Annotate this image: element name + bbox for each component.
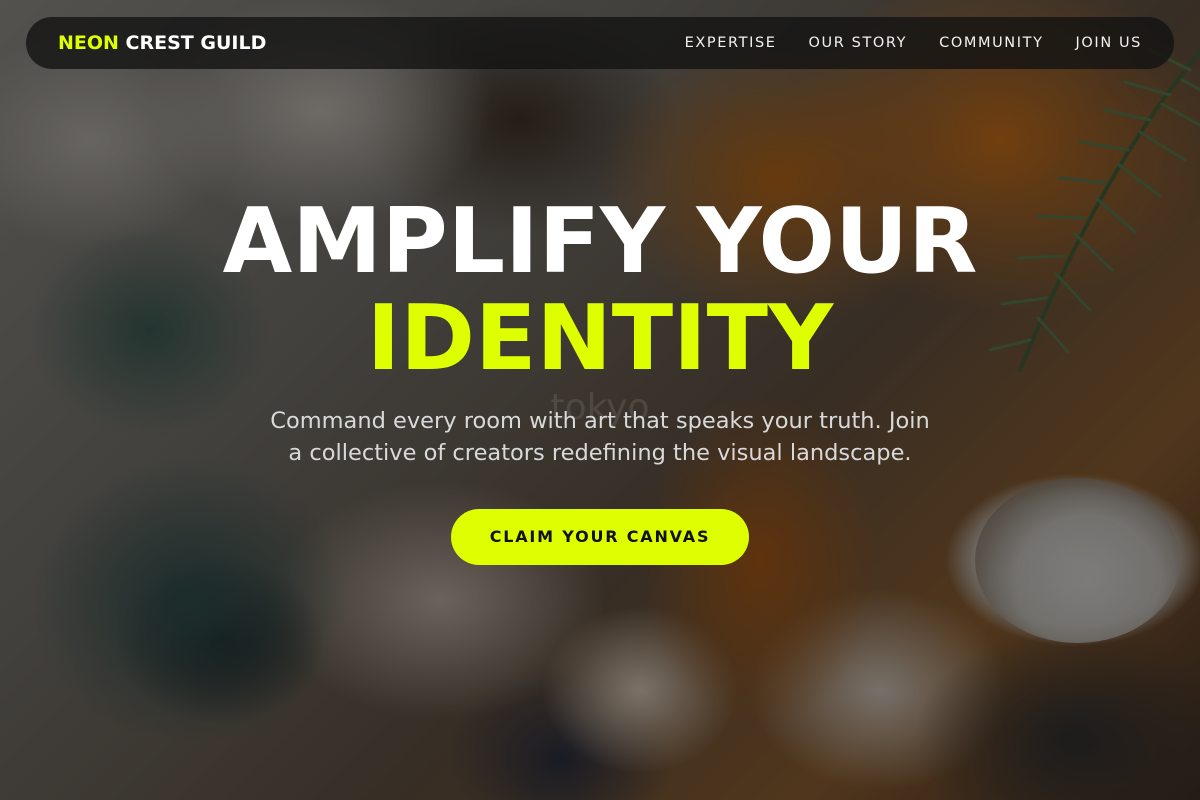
headline-line-2: IDENTITY <box>366 286 834 391</box>
nav-link-our-story[interactable]: OUR STORY <box>809 35 908 51</box>
headline-line-1: AMPLIFY YOUR <box>222 189 978 294</box>
nav-link-join-us[interactable]: JOIN US <box>1076 35 1142 51</box>
brand-logo[interactable]: NEON CREST GUILD <box>58 32 266 54</box>
nav-links: EXPERTISE OUR STORY COMMUNITY JOIN US <box>685 35 1142 51</box>
nav-link-expertise[interactable]: EXPERTISE <box>685 35 777 51</box>
top-navbar: NEON CREST GUILD EXPERTISE OUR STORY COM… <box>26 17 1174 69</box>
page: tokyo NEON CREST GUILD EXPERTISE OUR STO… <box>0 0 1200 800</box>
brand-name-text: CREST GUILD <box>118 32 267 54</box>
hero-subtitle: Command every room with art that speaks … <box>270 408 930 466</box>
hero-headline: AMPLIFY YOUR IDENTITY <box>0 193 1200 387</box>
claim-canvas-button[interactable]: CLAIM YOUR CANVAS <box>451 509 749 565</box>
brand-accent-text: NEON <box>58 32 119 54</box>
nav-link-community[interactable]: COMMUNITY <box>939 35 1043 51</box>
hero-section: AMPLIFY YOUR IDENTITY Command every room… <box>0 193 1200 565</box>
